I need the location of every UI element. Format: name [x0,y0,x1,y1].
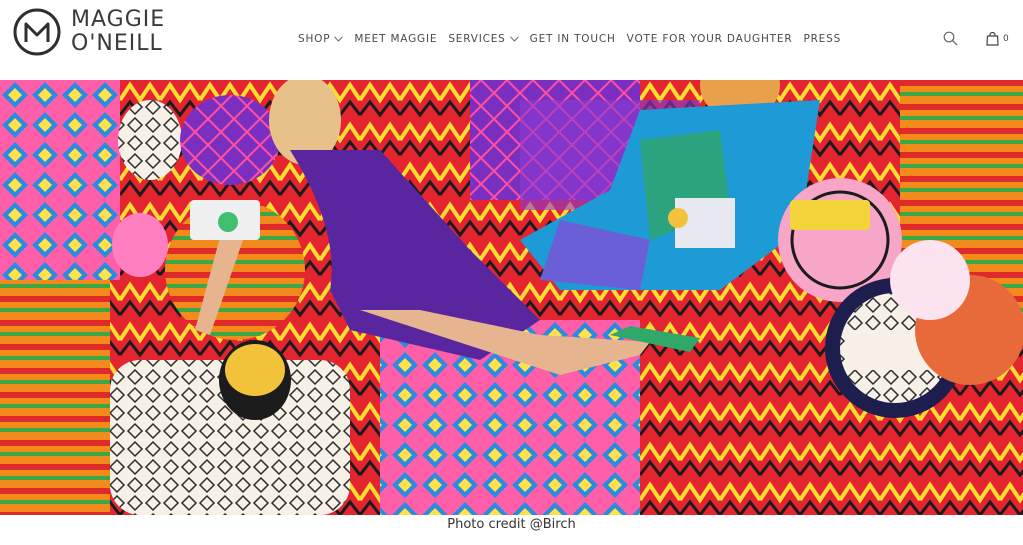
nav-services[interactable]: SERVICES [448,33,519,45]
photo-credit-caption: Photo credit @Birch [447,517,576,532]
chevron-down-icon [509,36,519,42]
main-nav: SHOP MEET MAGGIE SERVICES GET IN TOUCH V… [298,33,852,45]
nav-press-label: PRESS [803,33,842,45]
brand-name: MAGGIE O'NEILL [71,8,165,56]
shopping-bag-icon [986,32,999,46]
chevron-down-icon [334,36,344,42]
nav-vote-for-your-daughter[interactable]: VOTE FOR YOUR DAUGHTER [627,33,793,45]
nav-services-label: SERVICES [448,33,506,45]
hero-photo-illustration [0,80,1023,515]
m-circle-logo-icon [13,8,61,56]
nav-shop[interactable]: SHOP [298,33,344,45]
nav-press[interactable]: PRESS [803,33,841,45]
site-header: MAGGIE O'NEILL SHOP MEET MAGGIE SERVICES… [0,0,1023,80]
nav-get-in-touch-label: GET IN TOUCH [529,33,616,45]
brand-logo[interactable]: MAGGIE O'NEILL [13,8,165,56]
hero-image [0,80,1023,515]
nav-shop-label: SHOP [298,33,331,45]
nav-meet-maggie-label: MEET MAGGIE [354,33,438,45]
nav-vote-label: VOTE FOR YOUR DAUGHTER [626,33,793,45]
cart-count: 0 [1003,34,1009,44]
nav-get-in-touch[interactable]: GET IN TOUCH [530,33,616,45]
search-icon[interactable] [943,31,958,46]
nav-meet-maggie[interactable]: MEET MAGGIE [354,33,437,45]
brand-line-1: MAGGIE [71,7,166,32]
brand-line-2: O'NEILL [71,31,163,56]
cart-button[interactable]: 0 [986,32,1009,46]
